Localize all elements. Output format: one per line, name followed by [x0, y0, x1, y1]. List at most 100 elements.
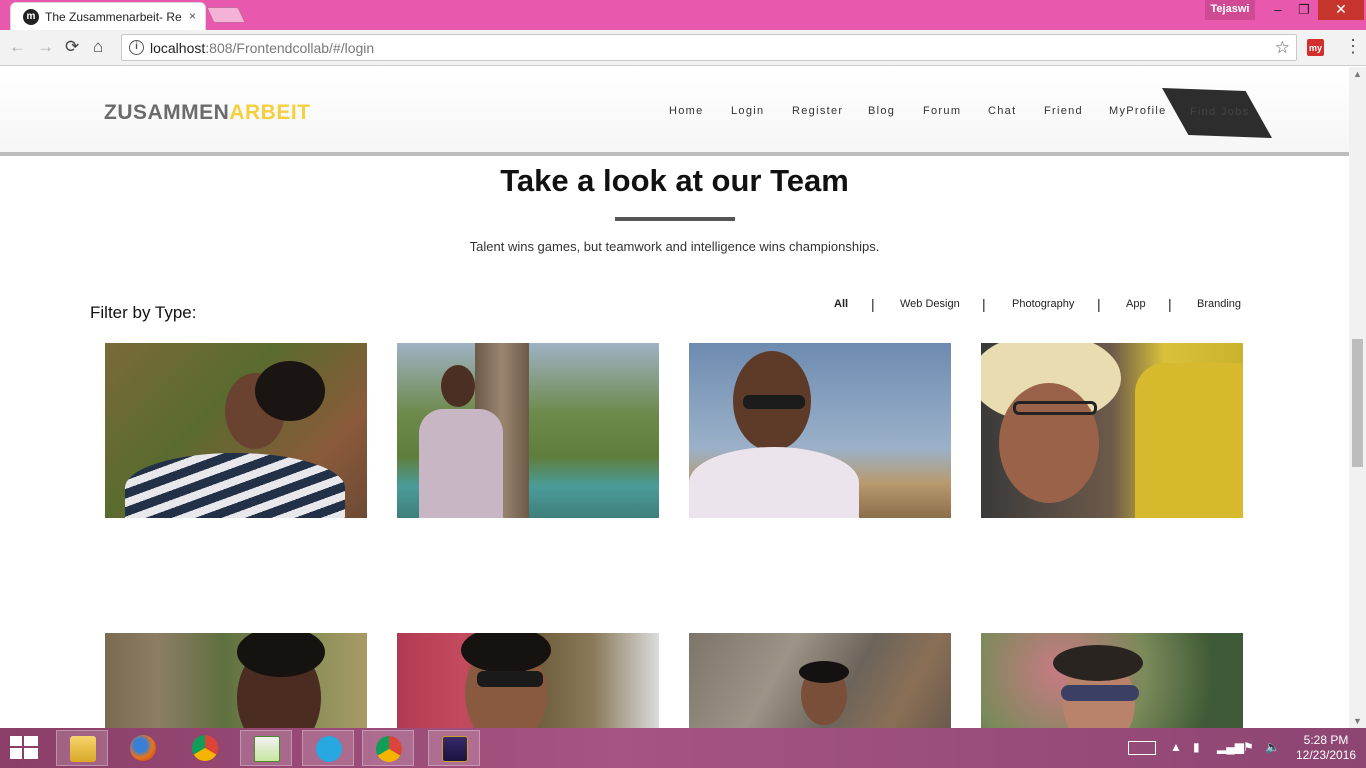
person-shirt: [419, 409, 503, 518]
person-shirt: [689, 447, 859, 518]
url-text[interactable]: localhost:808/Frontendcollab/#/login: [150, 40, 374, 56]
site-favicon-icon: m: [23, 9, 39, 25]
site-logo[interactable]: ZUSAMMENARBEIT: [104, 101, 311, 125]
chrome-icon: [192, 735, 218, 761]
filter-label: Filter by Type:: [90, 303, 197, 322]
team-photo-8[interactable]: [981, 633, 1243, 728]
profile-button[interactable]: Tejaswi: [1205, 0, 1255, 20]
windows-start-button[interactable]: [10, 736, 38, 760]
info-icon[interactable]: i: [129, 40, 144, 55]
team-title: Take a look at our Team: [0, 163, 1349, 199]
address-bar[interactable]: i localhost:808/Frontendcollab/#/login ☆: [121, 34, 1297, 61]
filter-app[interactable]: App: [1126, 298, 1146, 310]
glasses: [1013, 401, 1097, 415]
system-clock[interactable]: 5:28 PM 12/23/2016: [1294, 733, 1358, 763]
team-photo-4[interactable]: [981, 343, 1243, 518]
start-logo-tile: [10, 748, 22, 759]
nav-chat[interactable]: Chat: [988, 105, 1016, 117]
firefox-icon: [130, 735, 156, 761]
restore-button[interactable]: ❐: [1292, 0, 1316, 20]
logo-part-1: ZUSAMMEN: [104, 101, 230, 124]
chrome-icon: [376, 736, 402, 762]
filter-branding[interactable]: Branding: [1197, 298, 1241, 310]
battery-icon[interactable]: ▮: [1193, 740, 1200, 754]
eclipse-icon: [442, 736, 468, 762]
notepad-icon: [254, 736, 280, 762]
title-divider: [615, 217, 735, 221]
taskbar-skype[interactable]: [302, 730, 354, 766]
volume-icon[interactable]: 🔈: [1265, 740, 1280, 754]
extension-icon[interactable]: my: [1307, 39, 1324, 56]
person-face: [441, 365, 475, 407]
network-icon[interactable]: ▂▄▆: [1217, 740, 1244, 754]
tab-close-icon[interactable]: ×: [189, 9, 196, 23]
filter-separator: |: [1097, 296, 1101, 312]
nav-home[interactable]: Home: [669, 105, 704, 117]
page-viewport: ZUSAMMENARBEIT Home Login Register Blog …: [0, 67, 1366, 728]
person-hair: [255, 361, 325, 421]
tab-title: The Zusammenarbeit- Re: [45, 10, 182, 24]
team-photo-3[interactable]: [689, 343, 951, 518]
start-logo-tile: [10, 736, 22, 746]
scroll-up-arrow-icon[interactable]: ▲: [1353, 69, 1362, 79]
clock-time: 5:28 PM: [1303, 733, 1349, 747]
vertical-scrollbar[interactable]: ▲ ▼: [1349, 67, 1366, 728]
browser-title-bar: m The Zusammenarbeit- Re × Tejaswi – ❐ ✕: [0, 0, 1366, 30]
team-photo-7[interactable]: [689, 633, 951, 728]
nav-forum[interactable]: Forum: [923, 105, 961, 117]
team-photo-1[interactable]: [105, 343, 367, 518]
taskbar-notepad-plus-plus[interactable]: [240, 730, 292, 766]
person-hair: [1053, 645, 1143, 681]
browser-toolbar: ← → ⟳ ⌂ i localhost:808/Frontendcollab/#…: [0, 30, 1366, 66]
keyboard-icon[interactable]: [1128, 741, 1156, 755]
back-arrow-icon[interactable]: ←: [9, 37, 26, 57]
team-title-plain: Take a look at: [500, 163, 712, 198]
scrollbar-thumb[interactable]: [1352, 339, 1363, 467]
nav-friend[interactable]: Friend: [1044, 105, 1083, 117]
sunglasses: [1061, 685, 1139, 701]
team-subtitle: Talent wins games, but teamwork and inte…: [469, 239, 880, 254]
filter-separator: |: [982, 296, 986, 312]
team-photo-5[interactable]: [105, 633, 367, 728]
forward-arrow-icon[interactable]: →: [37, 37, 54, 57]
filter-photography[interactable]: Photography: [1012, 298, 1074, 310]
browser-tab[interactable]: m The Zusammenarbeit- Re ×: [10, 2, 206, 30]
nav-login[interactable]: Login: [731, 105, 764, 117]
team-photo-2[interactable]: [397, 343, 659, 518]
close-window-button[interactable]: ✕: [1318, 0, 1364, 20]
team-photo-6[interactable]: [397, 633, 659, 728]
home-icon[interactable]: ⌂: [93, 37, 103, 57]
sunglasses: [743, 395, 805, 409]
taskbar-file-explorer[interactable]: [56, 730, 108, 766]
minimize-button[interactable]: –: [1266, 0, 1290, 20]
bookmark-star-icon[interactable]: ☆: [1275, 38, 1290, 58]
url-path: :808/Frontendcollab/#/login: [205, 40, 375, 56]
scroll-down-arrow-icon[interactable]: ▼: [1353, 716, 1362, 726]
skype-icon: [316, 736, 342, 762]
filter-all[interactable]: All: [834, 298, 848, 310]
taskbar-chrome[interactable]: [179, 730, 231, 766]
nav-register[interactable]: Register: [792, 105, 843, 117]
person-hair: [799, 661, 849, 683]
show-hidden-icons-icon[interactable]: ▲: [1170, 740, 1182, 754]
taskbar-firefox[interactable]: [117, 730, 169, 766]
taskbar-chrome-active[interactable]: [362, 730, 414, 766]
filter-separator: |: [871, 296, 875, 312]
find-jobs-button[interactable]: Find Jobs: [1162, 88, 1272, 138]
windows-taskbar: ▲ ▮ ▂▄▆ ⚑ 🔈 5:28 PM 12/23/2016: [0, 728, 1366, 768]
nav-blog[interactable]: Blog: [868, 105, 895, 117]
filter-separator: |: [1168, 296, 1172, 312]
new-tab-button[interactable]: [206, 7, 246, 23]
reload-icon[interactable]: ⟳: [65, 37, 79, 57]
chrome-menu-icon[interactable]: ⋮: [1344, 36, 1362, 57]
taskbar-java-ee-ide[interactable]: [428, 730, 480, 766]
clock-date: 12/23/2016: [1295, 748, 1357, 762]
url-host: localhost: [150, 40, 206, 56]
logo-part-2: ARBEIT: [229, 101, 311, 124]
nav-myprofile[interactable]: MyProfile: [1109, 105, 1167, 117]
sunglasses: [477, 671, 543, 687]
action-center-flag-icon[interactable]: ⚑: [1243, 740, 1254, 754]
find-jobs-label: Find Jobs: [1190, 106, 1250, 118]
site-header: ZUSAMMENARBEIT Home Login Register Blog …: [0, 67, 1349, 156]
filter-web-design[interactable]: Web Design: [900, 298, 960, 310]
